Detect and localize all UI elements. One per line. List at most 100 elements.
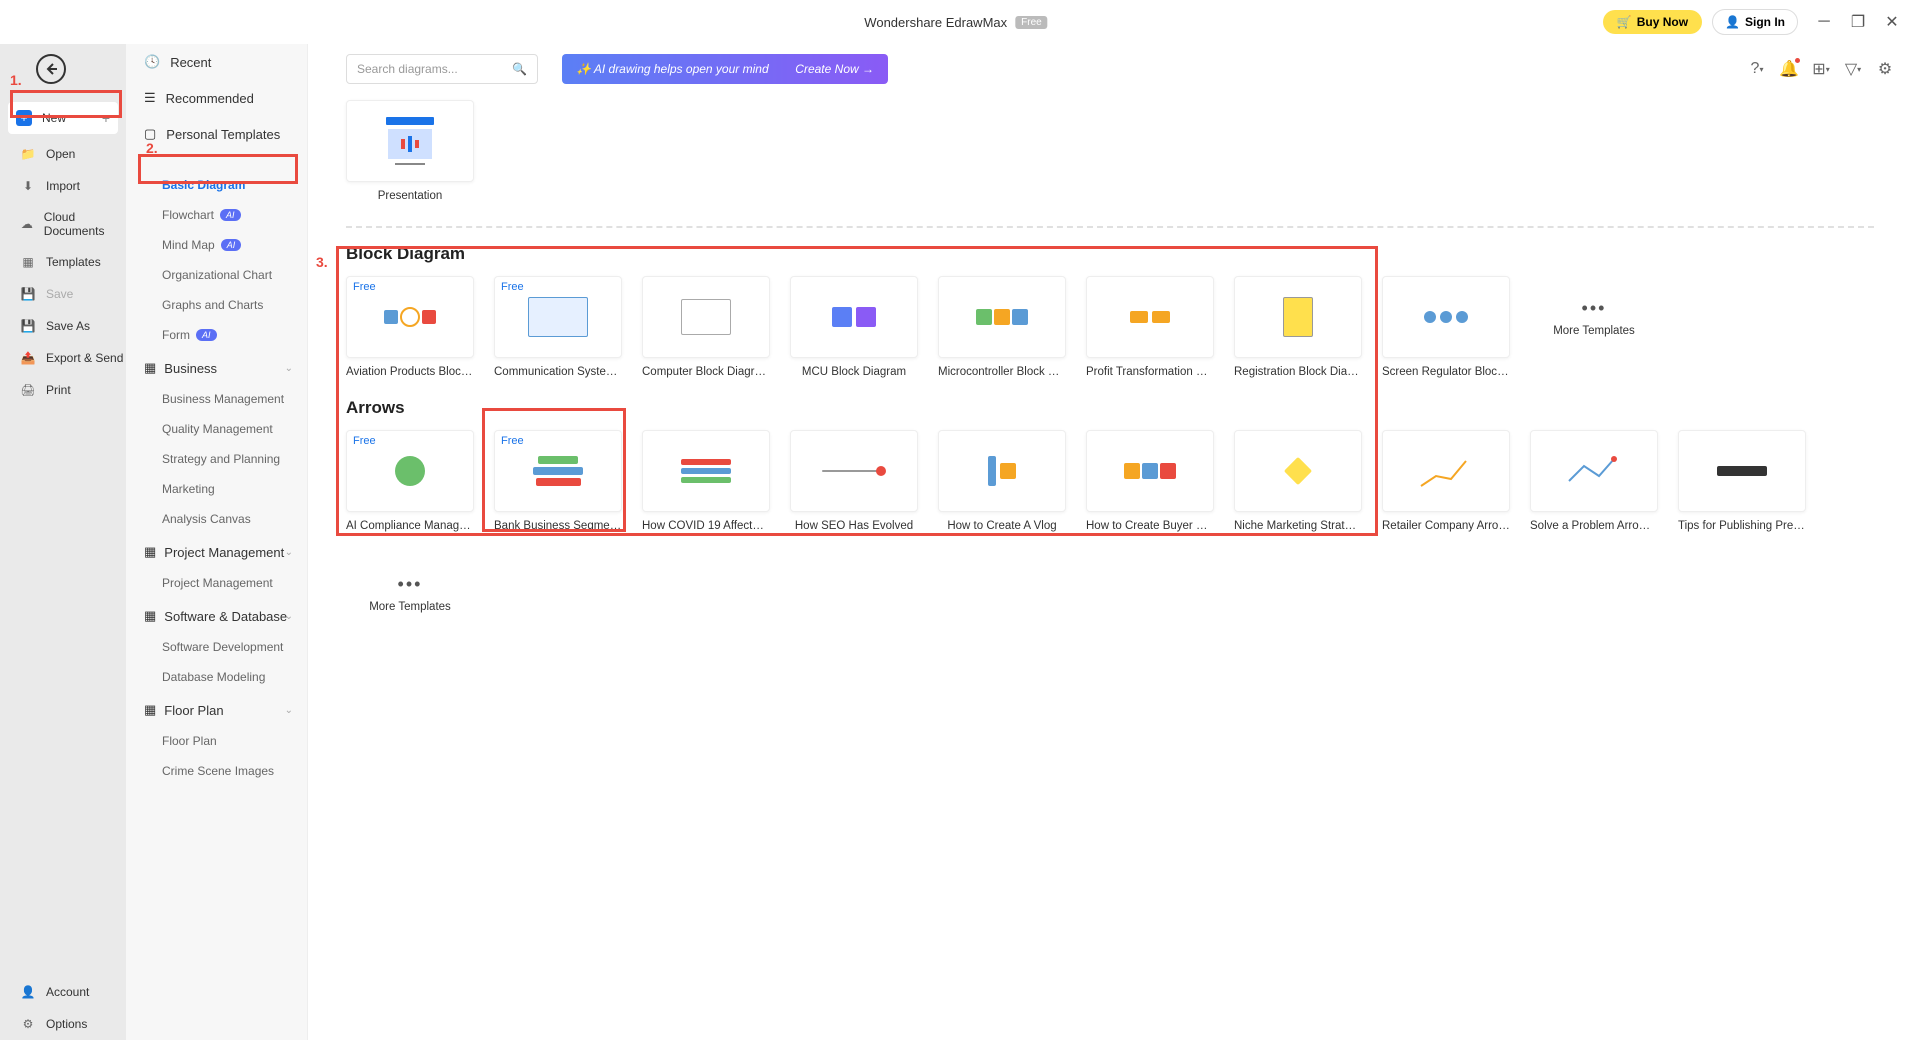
sidebar-item-recommended[interactable]: ☰Recommended <box>126 80 307 116</box>
more-templates-card[interactable]: ••• More Templates <box>1530 276 1658 378</box>
cloud-icon: ☁ <box>20 216 34 232</box>
template-card[interactable]: Free AI Compliance Management <box>346 430 474 532</box>
header-icons: ?▾ 🔔 ⊞▾ ▽▾ ⚙ <box>1748 60 1894 78</box>
sidebar-sub-flowchart[interactable]: FlowchartAI <box>126 200 307 230</box>
search-icon: 🔍 <box>512 62 527 76</box>
more-templates-label: More Templates <box>1553 325 1635 337</box>
sidebar-cat-project-mgmt[interactable]: ▦Project Management⌄ <box>126 534 307 568</box>
sidebar-cat-floor-plan[interactable]: ▦Floor Plan⌄ <box>126 692 307 726</box>
card-label: How SEO Has Evolved <box>790 520 918 532</box>
free-tag: Free <box>501 281 524 293</box>
card-label: Profit Transformation Bloc... <box>1086 366 1214 378</box>
sidebar-sub-software-dev[interactable]: Software Development <box>126 632 307 662</box>
import-icon: ⬇ <box>20 178 36 194</box>
more-templates-card[interactable]: ••• More Templates <box>346 552 474 636</box>
back-button[interactable] <box>36 54 66 84</box>
save-as-icon: 💾 <box>20 318 36 334</box>
template-card[interactable]: Screen Regulator Block Dia... <box>1382 276 1510 378</box>
sidebar-sub-database-modeling[interactable]: Database Modeling <box>126 662 307 692</box>
free-tag: Free <box>353 435 376 447</box>
sidebar-sub-graphs-charts[interactable]: Graphs and Charts <box>126 290 307 320</box>
search-placeholder: Search diagrams... <box>357 62 458 76</box>
help-icon[interactable]: ?▾ <box>1748 60 1766 78</box>
sidebar-sub-crime-scene[interactable]: Crime Scene Images <box>126 756 307 786</box>
sidebar-cat-business[interactable]: ▦Business⌄ <box>126 350 307 384</box>
sidebar-sub-project-mgmt[interactable]: Project Management <box>126 568 307 598</box>
buy-now-button[interactable]: 🛒 Buy Now <box>1603 10 1702 34</box>
ai-badge: AI <box>196 329 217 341</box>
template-card[interactable]: Computer Block Diagram <box>642 276 770 378</box>
grid-icon[interactable]: ⊞▾ <box>1812 60 1830 78</box>
sidebar-sub-marketing[interactable]: Marketing <box>126 474 307 504</box>
sidebar-item-cloud[interactable]: ☁Cloud Documents <box>0 202 126 246</box>
template-card[interactable]: MCU Block Diagram <box>790 276 918 378</box>
maximize-button[interactable]: ❐ <box>1850 14 1866 30</box>
sidebar-item-options[interactable]: ⚙Options <box>0 1008 126 1040</box>
minimize-button[interactable]: ─ <box>1816 14 1832 30</box>
sidebar-sub-business-mgmt[interactable]: Business Management <box>126 384 307 414</box>
sidebar-item-new[interactable]: + New + <box>8 102 118 134</box>
bell-icon[interactable]: 🔔 <box>1780 60 1798 78</box>
sidebar-item-open[interactable]: 📁Open <box>0 138 126 170</box>
sidebar-sub-org-chart[interactable]: Organizational Chart <box>126 260 307 290</box>
template-card[interactable]: How to Create Buyer Perso... <box>1086 430 1214 532</box>
template-card[interactable]: Tips for Publishing Press R... <box>1678 430 1806 532</box>
sidebar-sub-floor-plan[interactable]: Floor Plan <box>126 726 307 756</box>
sidebar-item-account[interactable]: 👤Account <box>0 976 126 1008</box>
more-dots-icon: ••• <box>398 574 423 595</box>
card-label: Registration Block Diagram <box>1234 366 1362 378</box>
clock-icon: 🕓 <box>144 54 160 70</box>
sidebar-item-save-as[interactable]: 💾Save As <box>0 310 126 342</box>
template-card[interactable]: How COVID 19 Affected M... <box>642 430 770 532</box>
sidebar-sub-quality-mgmt[interactable]: Quality Management <box>126 414 307 444</box>
more-templates-label: More Templates <box>369 601 451 613</box>
template-card[interactable]: How to Create A Vlog <box>938 430 1066 532</box>
ai-banner[interactable]: ✨ AI drawing helps open your mind Create… <box>562 54 888 84</box>
project-icon: ▦ <box>144 544 156 560</box>
sidebar-item-print[interactable]: 🖨Print <box>0 374 126 406</box>
section-arrows: Arrows Free AI Compliance Management Fre… <box>308 392 1912 650</box>
template-card-presentation[interactable]: Presentation <box>346 100 474 202</box>
database-icon: ▦ <box>144 608 156 624</box>
sidebar-sub-basic-diagram[interactable]: Basic Diagram <box>126 170 307 200</box>
card-label: Presentation <box>346 190 474 202</box>
template-card[interactable]: Free Aviation Products Block Di... <box>346 276 474 378</box>
sign-in-button[interactable]: 👤 Sign In <box>1712 9 1798 35</box>
template-card[interactable]: Solve a Problem Arrow Dia... <box>1530 430 1658 532</box>
sidebar-sub-mind-map[interactable]: Mind MapAI <box>126 230 307 260</box>
template-card[interactable]: Retailer Company Arrow D... <box>1382 430 1510 532</box>
section-presentation: Presentation <box>308 94 1912 216</box>
card-label: Bank Business Segments A... <box>494 520 622 532</box>
sidebar-item-export[interactable]: 📤Export & Send <box>0 342 126 374</box>
close-button[interactable]: ✕ <box>1884 14 1900 30</box>
annotation-label-3: 3. <box>316 254 328 270</box>
template-card[interactable]: Niche Marketing Strategy ... <box>1234 430 1362 532</box>
free-tag: Free <box>353 281 376 293</box>
settings-icon[interactable]: ⚙ <box>1876 60 1894 78</box>
sidebar-sub-strategy[interactable]: Strategy and Planning <box>126 444 307 474</box>
sidebar-item-templates[interactable]: ▦Templates <box>0 246 126 278</box>
sidebar-item-save[interactable]: 💾Save <box>0 278 126 310</box>
card-label: Niche Marketing Strategy ... <box>1234 520 1362 532</box>
template-card[interactable]: Free Bank Business Segments A... <box>494 430 622 532</box>
template-card[interactable]: How SEO Has Evolved <box>790 430 918 532</box>
template-card[interactable]: Registration Block Diagram <box>1234 276 1362 378</box>
titlebar-right: 🛒 Buy Now 👤 Sign In ─ ❐ ✕ <box>1603 9 1900 35</box>
sidebar-cat-software-db[interactable]: ▦Software & Database⌄ <box>126 598 307 632</box>
sidebar-sub-analysis-canvas[interactable]: Analysis Canvas <box>126 504 307 534</box>
template-card[interactable]: Microcontroller Block Diag... <box>938 276 1066 378</box>
card-label: How to Create Buyer Perso... <box>1086 520 1214 532</box>
sidebar-sub-form[interactable]: FormAI <box>126 320 307 350</box>
search-input[interactable]: Search diagrams... 🔍 <box>346 54 538 84</box>
section-block-diagram: Block Diagram Free Aviation Products Blo… <box>308 238 1912 392</box>
template-card[interactable]: Profit Transformation Bloc... <box>1086 276 1214 378</box>
sidebar-item-recent[interactable]: 🕓Recent <box>126 44 307 80</box>
card-label: Tips for Publishing Press R... <box>1678 520 1806 532</box>
sign-in-label: Sign In <box>1745 15 1785 29</box>
briefcase-icon: ▦ <box>144 360 156 376</box>
card-label: Retailer Company Arrow D... <box>1382 520 1510 532</box>
filter-icon[interactable]: ▽▾ <box>1844 60 1862 78</box>
template-card[interactable]: Free Communication System Bl... <box>494 276 622 378</box>
thumbnail <box>346 100 474 182</box>
sidebar-item-import[interactable]: ⬇Import <box>0 170 126 202</box>
